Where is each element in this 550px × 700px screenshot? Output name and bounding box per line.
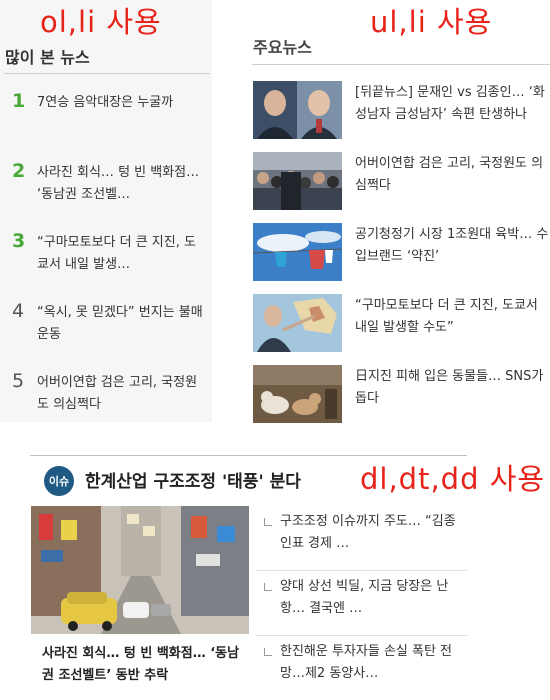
main-news-link[interactable]: “구마모토보다 더 큰 지진, 도쿄서 내일 발생할 수도” <box>355 295 550 339</box>
main-news-title: 주요뉴스 <box>253 38 312 57</box>
annotation-ol-li: ol,li 사용 <box>40 5 162 39</box>
main-news-item[interactable]: 日지진 피해 입은 동물들… SNS가 돕다 <box>253 365 550 436</box>
popular-news-link[interactable]: “옥시, 못 믿겠다” 번지는 불매운동 <box>37 302 205 346</box>
popular-news-list: 1 7연승 음악대장은 누굴까 2 사라진 회식… 텅 빈 백화점… ‘동남권 … <box>0 88 212 438</box>
popular-news-item[interactable]: 3 “구마모토보다 더 큰 지진, 도쿄서 내일 발생… <box>0 228 212 298</box>
main-news-divider <box>252 64 550 65</box>
map-man-photo[interactable] <box>253 294 342 352</box>
annotation-ul-li: ul,li 사용 <box>370 5 493 39</box>
main-news-link[interactable]: 어버이연합 검은 고리, 국정원도 의심쩍다 <box>355 153 550 197</box>
corner-arrow-icon <box>264 583 272 591</box>
popular-news-link[interactable]: 7연승 음악대장은 누굴까 <box>37 92 205 114</box>
popular-news-link[interactable]: 어버이연합 검은 고리, 국정원도 의심쩍다 <box>37 372 205 416</box>
main-news-link[interactable]: 공기청정기 시장 1조원대 육박… 수입브랜드 ‘약진’ <box>355 224 550 268</box>
main-news-list: [뒤끝뉴스] 문재인 vs 김종인… ‘화성남자 금성남자’ 속편 탄생하나 어… <box>253 81 550 436</box>
popular-news-item[interactable]: 4 “옥시, 못 믿겠다” 번지는 불매운동 <box>0 298 212 368</box>
main-news-item[interactable]: “구마모토보다 더 큰 지진, 도쿄서 내일 발생할 수도” <box>253 294 550 365</box>
rank-number: 2 <box>12 160 26 182</box>
issue-badge: 이슈 <box>44 466 74 496</box>
rank-number: 4 <box>12 300 25 322</box>
popular-news-link[interactable]: 사라진 회식… 텅 빈 백화점… ‘동남권 조선벨… <box>37 162 205 206</box>
dogs-photo[interactable] <box>253 365 342 423</box>
issue-related-list: 구조조정 이슈까지 주도… “김종인표 경제 … 양대 상선 빅딜, 지금 당장… <box>256 506 467 700</box>
main-news-link[interactable]: 日지진 피해 입은 동물들… SNS가 돕다 <box>355 366 550 410</box>
popular-news-item[interactable]: 5 어버이연합 검은 고리, 국정원도 의심쩍다 <box>0 368 212 438</box>
main-news-link[interactable]: [뒤끝뉴스] 문재인 vs 김종인… ‘화성남자 금성남자’ 속편 탄생하나 <box>355 82 550 126</box>
sky-laundry-photo[interactable] <box>253 223 342 281</box>
main-news-item[interactable]: 공기청정기 시장 1조원대 육박… 수입브랜드 ‘약진’ <box>253 223 550 294</box>
corner-arrow-icon <box>264 648 272 656</box>
popular-news-link[interactable]: “구마모토보다 더 큰 지진, 도쿄서 내일 발생… <box>37 232 205 276</box>
rank-number: 5 <box>12 370 25 392</box>
issue-related-link[interactable]: 구조조정 이슈까지 주도… “김종인표 경제 … <box>280 511 467 555</box>
street-photo[interactable] <box>31 506 249 634</box>
popular-news-item[interactable]: 1 7연승 음악대장은 누굴까 <box>0 88 212 158</box>
issue-photo-caption[interactable]: 사라진 회식… 텅 빈 백화점… ‘동남권 조선벨트’ 동반 추락 <box>42 643 242 687</box>
issue-heading[interactable]: 한계산업 구조조정 '태풍' 분다 <box>85 467 301 492</box>
two-men-photo[interactable] <box>253 81 342 139</box>
popular-news-panel: 많이 본 뉴스 1 7연승 음악대장은 누굴까 2 사라진 회식… 텅 빈 백화… <box>0 0 212 422</box>
popular-news-title: 많이 본 뉴스 <box>5 48 90 67</box>
corner-arrow-icon <box>264 518 272 526</box>
crowd-photo[interactable] <box>253 152 342 210</box>
issue-divider <box>30 455 467 456</box>
main-news-item[interactable]: 어버이연합 검은 고리, 국정원도 의심쩍다 <box>253 152 550 223</box>
issue-related-link[interactable]: 한진해운 투자자들 손실 폭탄 전망…제2 동양사… <box>280 641 467 685</box>
annotation-dl-dt-dd: dl,dt,dd 사용 <box>360 462 546 496</box>
popular-news-divider <box>4 73 210 74</box>
popular-news-item[interactable]: 2 사라진 회식… 텅 빈 백화점… ‘동남권 조선벨… <box>0 158 212 228</box>
rank-number: 1 <box>12 90 26 112</box>
issue-related-item[interactable]: 양대 상선 빅딜, 지금 당장은 난항… 결국엔 … <box>256 571 467 636</box>
rank-number: 3 <box>12 230 26 252</box>
main-news-item[interactable]: [뒤끝뉴스] 문재인 vs 김종인… ‘화성남자 금성남자’ 속편 탄생하나 <box>253 81 550 152</box>
issue-related-item[interactable]: 한진해운 투자자들 손실 폭탄 전망…제2 동양사… <box>256 636 467 700</box>
issue-related-item[interactable]: 구조조정 이슈까지 주도… “김종인표 경제 … <box>256 506 467 571</box>
issue-related-link[interactable]: 양대 상선 빅딜, 지금 당장은 난항… 결국엔 … <box>280 576 467 620</box>
